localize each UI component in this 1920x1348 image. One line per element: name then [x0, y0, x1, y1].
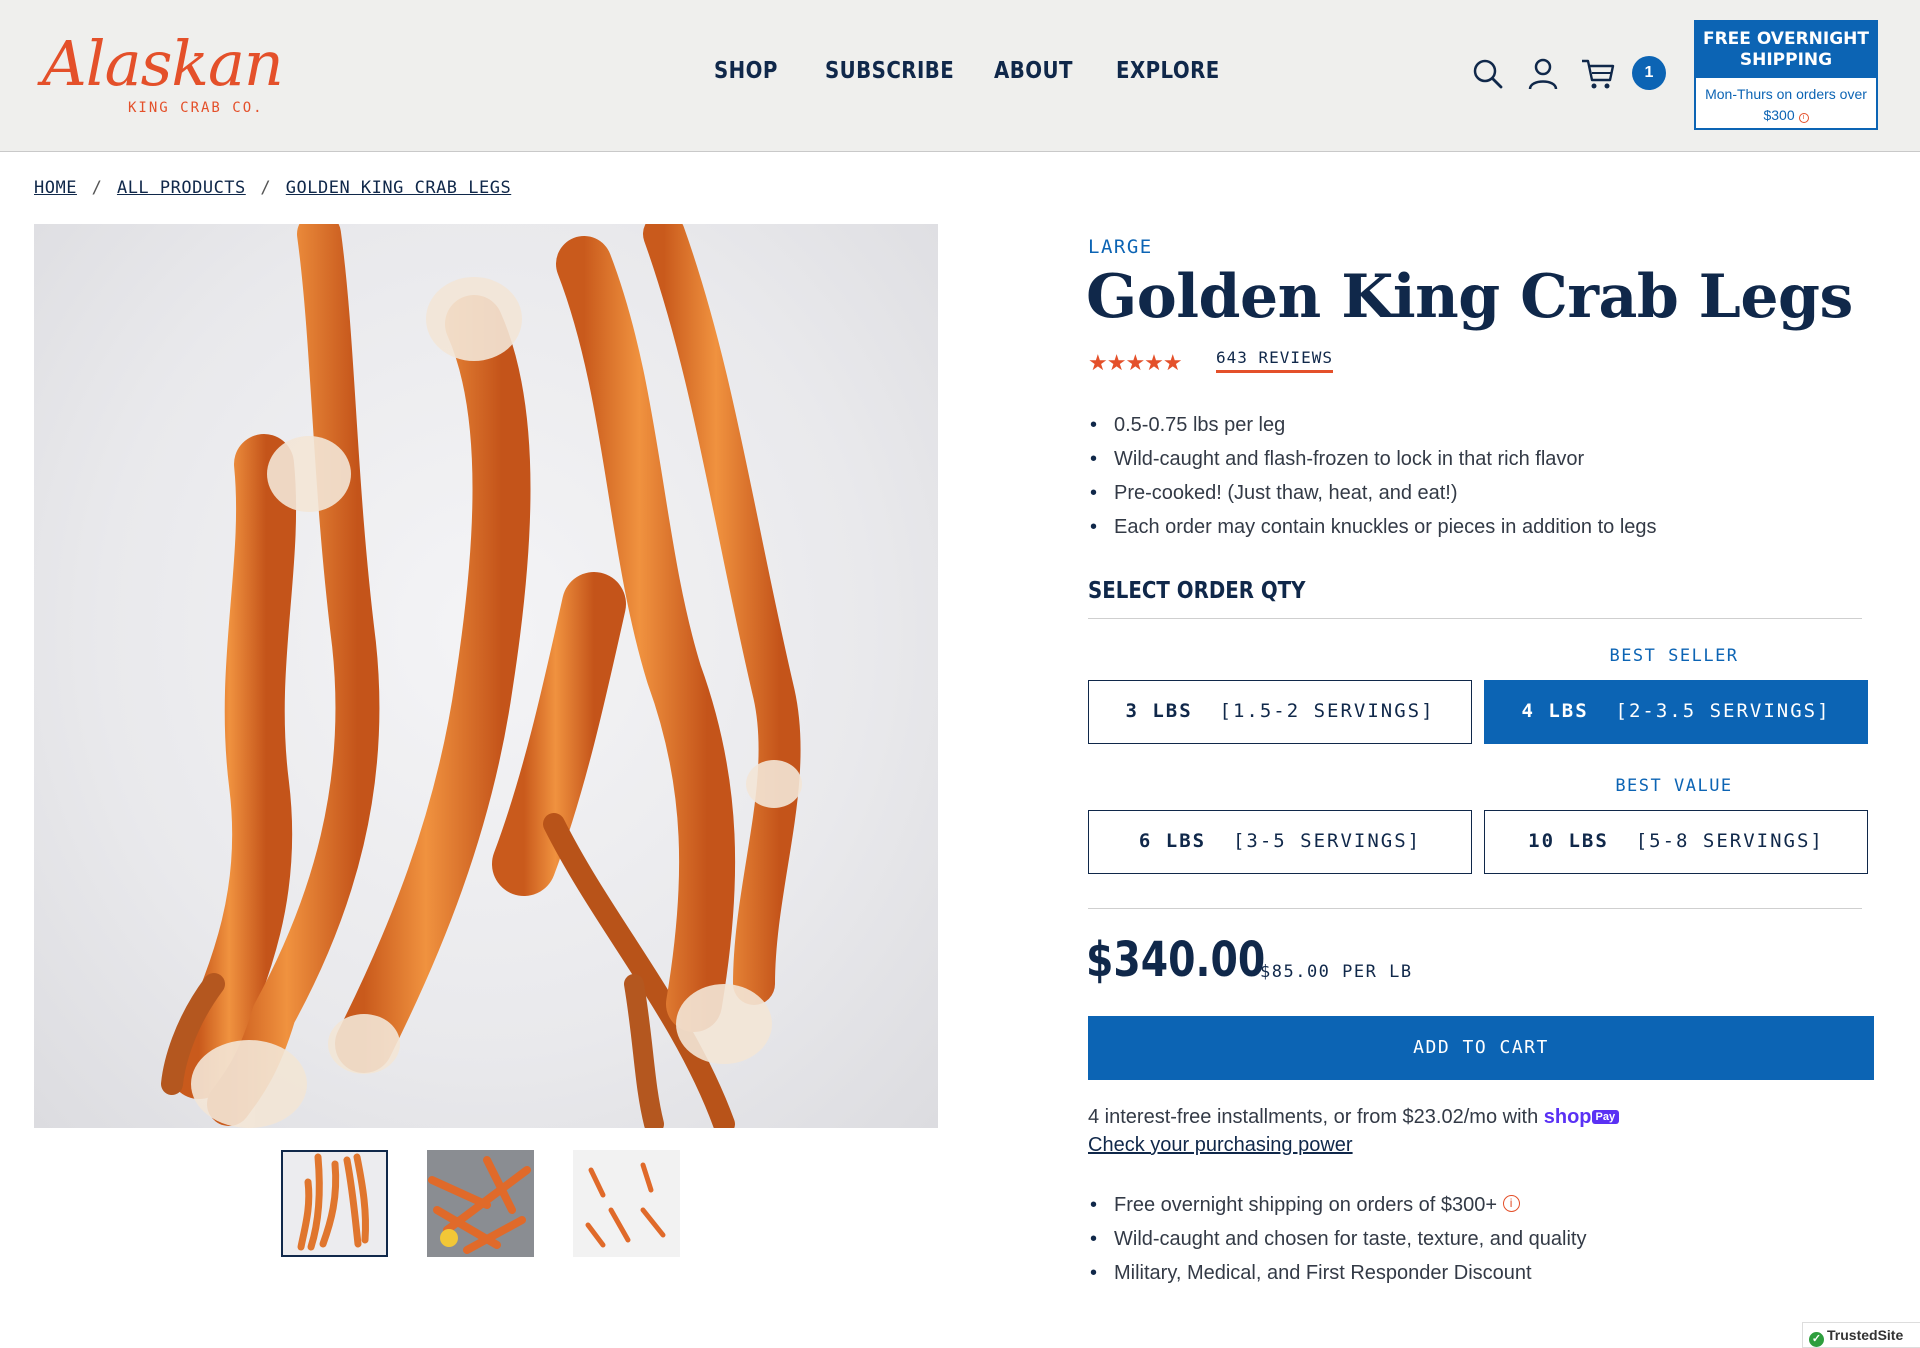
shop-pay-badge: Pay [1591, 1110, 1620, 1124]
cart-icon[interactable] [1580, 56, 1616, 92]
product-features-list: • 0.5-0.75 lbs per leg • Wild-caught and f… [1090, 408, 1657, 544]
select-qty-heading: SELECT ORDER QTY [1088, 578, 1306, 604]
breadcrumb-separator: / [260, 178, 272, 198]
qty-amount: 4 LBS [1521, 700, 1589, 722]
nav-about[interactable]: ABOUT [994, 58, 1073, 84]
feature-text: Pre-cooked! (Just thaw, heat, and eat!) [1114, 482, 1458, 504]
add-to-cart-button[interactable]: ADD TO CART [1088, 1016, 1874, 1080]
nav-shop[interactable]: SHOP [714, 58, 778, 84]
breadcrumb-current[interactable]: GOLDEN KING CRAB LEGS [286, 178, 511, 198]
list-item: • Free overnight shipping on orders of $3… [1090, 1188, 1587, 1222]
search-icon[interactable] [1470, 56, 1506, 92]
shop-pay-logo: shop [1543, 1106, 1592, 1128]
qty-servings: [3-5 SERVINGS] [1232, 830, 1422, 852]
feature-text: Wild-caught and flash-frozen to lock in … [1114, 448, 1585, 470]
trustedsite-label: TrustedSite [1827, 1327, 1904, 1343]
free-shipping-detail-line1: Mon-Thurs on orders over [1705, 86, 1867, 102]
free-shipping-title: FREE OVERNIGHT SHIPPING [1696, 22, 1876, 78]
breadcrumb-home[interactable]: HOME [34, 178, 77, 198]
rating-stars[interactable]: ★★★★★ [1088, 350, 1183, 376]
free-shipping-banner[interactable]: FREE OVERNIGHT SHIPPING Mon-Thurs on ord… [1694, 20, 1878, 130]
list-item: • Each order may contain knuckles or piec… [1090, 516, 1657, 538]
best-value-tag: BEST VALUE [1615, 776, 1733, 796]
breadcrumb-separator: / [91, 178, 103, 198]
purchasing-power-link[interactable]: Check your purchasing power [1088, 1134, 1353, 1157]
qty-servings: [1.5-2 SERVINGS] [1219, 700, 1435, 722]
installments-text: 4 interest-free installments, or from $2… [1088, 1106, 1620, 1129]
qty-option-10lbs[interactable]: 10 LBS [5-8 SERVINGS] [1484, 810, 1868, 874]
perks-list: • Free overnight shipping on orders of $3… [1090, 1188, 1587, 1290]
price-per-lb: $85.00 PER LB [1260, 962, 1413, 982]
qty-servings: [5-8 SERVINGS] [1635, 830, 1824, 852]
info-icon[interactable]: i [1798, 113, 1809, 123]
qty-amount: 3 LBS [1125, 700, 1193, 722]
qty-option-4lbs[interactable]: 4 LBS [2-3.5 SERVINGS] [1484, 680, 1868, 744]
list-item: • Military, Medical, and First Responder … [1090, 1262, 1532, 1284]
trustedsite-badge[interactable]: ✓ TrustedSite [1802, 1322, 1920, 1348]
breadcrumb: HOME / ALL PRODUCTS / GOLDEN KING CRAB LEGS [34, 178, 511, 198]
list-item: • 0.5-0.75 lbs per leg [1090, 414, 1286, 436]
product-thumbnail-1[interactable] [281, 1150, 388, 1257]
free-shipping-detail: Mon-Thurs on orders over $300 i [1696, 78, 1876, 126]
best-seller-tag: BEST SELLER [1609, 646, 1739, 666]
qty-servings: [2-3.5 SERVINGS] [1615, 700, 1831, 722]
qty-amount: 10 LBS [1528, 830, 1609, 852]
checkmark-icon: ✓ [1809, 1332, 1824, 1347]
qty-option-6lbs[interactable]: 6 LBS [3-5 SERVINGS] [1088, 810, 1472, 874]
divider [1088, 908, 1862, 909]
cart-count-badge[interactable]: 1 [1632, 56, 1666, 90]
nav-explore[interactable]: EXPLORE [1116, 58, 1220, 84]
product-price: $340.00 [1086, 932, 1266, 988]
info-icon[interactable]: i [1502, 1195, 1520, 1212]
installments-copy: 4 interest-free installments, or from $2… [1088, 1106, 1539, 1128]
free-shipping-detail-line2: $300 [1763, 107, 1795, 123]
qty-option-3lbs[interactable]: 3 LBS [1.5-2 SERVINGS] [1088, 680, 1472, 744]
site-header: Alaskan KING CRAB CO. SHOP SUBSCRIBE ABO… [0, 0, 1920, 152]
perk-text: Wild-caught and chosen for taste, textur… [1114, 1228, 1587, 1250]
product-size-label: LARGE [1088, 236, 1153, 258]
account-icon[interactable] [1525, 56, 1561, 92]
product-thumbnail-3[interactable] [573, 1150, 680, 1257]
divider [1088, 618, 1862, 619]
breadcrumb-all-products[interactable]: ALL PRODUCTS [117, 178, 246, 198]
reviews-link[interactable]: 643 REVIEWS [1216, 348, 1333, 373]
perk-text: Free overnight shipping on orders of $30… [1114, 1194, 1498, 1216]
list-item: • Pre-cooked! (Just thaw, heat, and eat!) [1090, 482, 1458, 504]
nav-subscribe[interactable]: SUBSCRIBE [825, 58, 954, 84]
product-thumbnail-2[interactable] [427, 1150, 534, 1257]
product-main-image[interactable] [34, 224, 938, 1128]
list-item: • Wild-caught and flash-frozen to lock in… [1090, 448, 1585, 470]
feature-text: 0.5-0.75 lbs per leg [1114, 414, 1286, 436]
feature-text: Each order may contain knuckles or piece… [1114, 516, 1657, 538]
perk-text: Military, Medical, and First Responder D… [1114, 1262, 1532, 1284]
brand-logo-subtitle: KING CRAB CO. [128, 100, 264, 116]
product-title: Golden King Crab Legs [1086, 262, 1853, 332]
qty-amount: 6 LBS [1138, 830, 1207, 852]
list-item: • Wild-caught and chosen for taste, textu… [1090, 1228, 1587, 1250]
